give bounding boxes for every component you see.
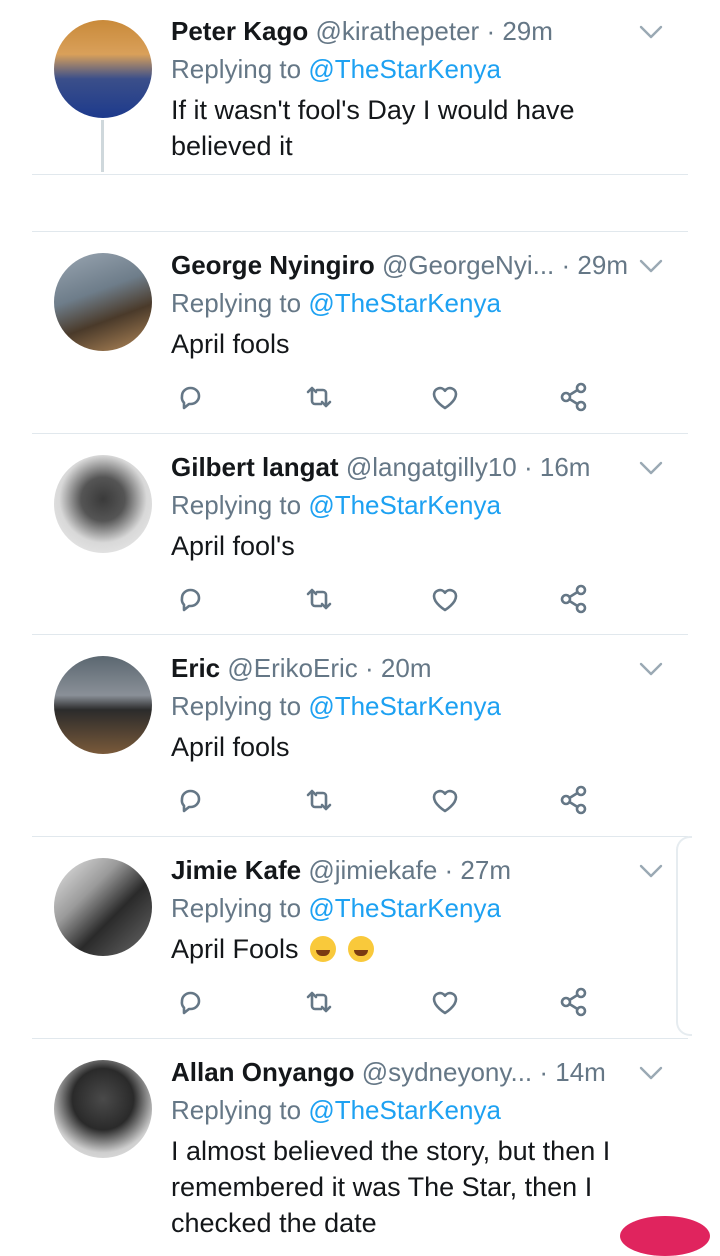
share-icon[interactable] <box>557 985 591 1019</box>
avatar[interactable] <box>54 656 152 754</box>
reply-icon[interactable] <box>173 783 207 817</box>
face-with-tears-of-joy-icon <box>310 936 337 962</box>
author-name[interactable]: Jimie Kafe <box>171 855 301 885</box>
avatar[interactable] <box>54 858 152 956</box>
avatar[interactable] <box>54 253 152 351</box>
chevron-down-icon[interactable] <box>636 22 666 42</box>
tweet-header: Peter Kago @kirathepeter · 29m <box>171 14 553 48</box>
replying-to: Replying to @TheStarKenya <box>171 52 501 86</box>
avatar[interactable] <box>54 20 152 118</box>
retweet-icon[interactable] <box>302 582 336 616</box>
replying-to-label: Replying to <box>171 893 302 923</box>
retweet-icon[interactable] <box>302 783 336 817</box>
author-handle[interactable]: @ErikoEric <box>227 653 357 683</box>
replying-to: Replying to @TheStarKenya <box>171 689 501 723</box>
timestamp[interactable]: · 27m <box>445 855 511 885</box>
tweet-text: April Fools <box>171 931 671 967</box>
author-handle[interactable]: @sydneyony... <box>362 1057 532 1087</box>
mention-link[interactable]: @TheStarKenya <box>308 288 501 318</box>
thread-line <box>101 120 104 172</box>
mention-link[interactable]: @TheStarKenya <box>308 691 501 721</box>
chevron-down-icon[interactable] <box>636 458 666 478</box>
tweet[interactable]: Gilbert langat @langatgilly10 · 16m Repl… <box>0 434 720 634</box>
avatar[interactable] <box>54 1060 152 1158</box>
chevron-down-icon[interactable] <box>636 1063 666 1083</box>
author-handle[interactable]: @kirathepeter <box>316 16 480 46</box>
like-icon[interactable] <box>428 582 462 616</box>
avatar[interactable] <box>54 455 152 553</box>
tweet-actions <box>0 783 720 823</box>
author-name[interactable]: Eric <box>171 653 220 683</box>
tweet-header: Jimie Kafe @jimiekafe · 27m <box>171 853 511 887</box>
mention-link[interactable]: @TheStarKenya <box>308 54 501 84</box>
tweet[interactable]: Eric @ErikoEric · 20m Replying to @TheSt… <box>0 635 720 835</box>
retweet-icon[interactable] <box>302 985 336 1019</box>
tweet-text: April fools <box>171 329 290 359</box>
author-handle[interactable]: @jimiekafe <box>308 855 437 885</box>
tweet[interactable]: Jimie Kafe @jimiekafe · 27m Replying to … <box>0 837 720 1037</box>
like-icon[interactable] <box>428 783 462 817</box>
author-name[interactable]: George Nyingiro <box>171 250 375 280</box>
tweet-text: I almost believed the story, but then I … <box>171 1136 611 1238</box>
tweet-actions <box>0 985 720 1025</box>
tweet-header: Allan Onyango @sydneyony... · 14m <box>171 1055 606 1089</box>
replying-to-label: Replying to <box>171 490 302 520</box>
timestamp[interactable]: · 20m <box>365 653 431 683</box>
timestamp[interactable]: · 29m <box>486 16 552 46</box>
reply-icon[interactable] <box>173 380 207 414</box>
replying-to: Replying to @TheStarKenya <box>171 286 501 320</box>
replying-to-label: Replying to <box>171 691 302 721</box>
tweet-text: April fool's <box>171 531 295 561</box>
replying-to: Replying to @TheStarKenya <box>171 891 501 925</box>
tweet-header: Gilbert langat @langatgilly10 · 16m <box>171 450 590 484</box>
tweet-text: If it wasn't fool's Day I would have bel… <box>171 95 575 161</box>
tweet-text: April fools <box>171 732 290 762</box>
timestamp[interactable]: · 14m <box>539 1057 605 1087</box>
tweet-header: George Nyingiro @GeorgeNyi... · 29m <box>171 248 628 282</box>
author-handle[interactable]: @GeorgeNyi... <box>382 250 554 280</box>
tweet[interactable]: George Nyingiro @GeorgeNyi... · 29m Repl… <box>0 232 720 432</box>
timestamp[interactable]: · 29m <box>562 250 628 280</box>
tweet[interactable]: Allan Onyango @sydneyony... · 14m Replyi… <box>0 1039 720 1238</box>
scrollbar[interactable] <box>676 836 692 1036</box>
timestamp[interactable]: · 16m <box>524 452 590 482</box>
compose-button[interactable] <box>620 1216 710 1256</box>
face-with-tears-of-joy-icon <box>347 936 374 962</box>
reply-icon[interactable] <box>173 985 207 1019</box>
tweet[interactable]: Peter Kago @kirathepeter · 29m Replying … <box>0 0 720 175</box>
chevron-down-icon[interactable] <box>636 659 666 679</box>
mention-link[interactable]: @TheStarKenya <box>308 893 501 923</box>
reply-icon[interactable] <box>173 582 207 616</box>
replying-to: Replying to @TheStarKenya <box>171 488 501 522</box>
replying-to: Replying to @TheStarKenya <box>171 1093 501 1127</box>
chevron-down-icon[interactable] <box>636 256 666 276</box>
tweet-actions <box>0 380 720 420</box>
retweet-icon[interactable] <box>302 380 336 414</box>
author-name[interactable]: Allan Onyango <box>171 1057 354 1087</box>
like-icon[interactable] <box>428 985 462 1019</box>
share-icon[interactable] <box>557 783 591 817</box>
tweet-actions <box>0 582 720 622</box>
chevron-down-icon[interactable] <box>636 861 666 881</box>
replying-to-label: Replying to <box>171 54 302 84</box>
share-icon[interactable] <box>557 582 591 616</box>
tweet-header: Eric @ErikoEric · 20m <box>171 651 432 685</box>
share-icon[interactable] <box>557 380 591 414</box>
tweet-text-content: April Fools <box>171 934 299 964</box>
mention-link[interactable]: @TheStarKenya <box>308 490 501 520</box>
author-handle[interactable]: @langatgilly10 <box>346 452 517 482</box>
author-name[interactable]: Gilbert langat <box>171 452 339 482</box>
author-name[interactable]: Peter Kago <box>171 16 308 46</box>
mention-link[interactable]: @TheStarKenya <box>308 1095 501 1125</box>
divider <box>32 174 688 175</box>
replying-to-label: Replying to <box>171 288 302 318</box>
replying-to-label: Replying to <box>171 1095 302 1125</box>
like-icon[interactable] <box>428 380 462 414</box>
